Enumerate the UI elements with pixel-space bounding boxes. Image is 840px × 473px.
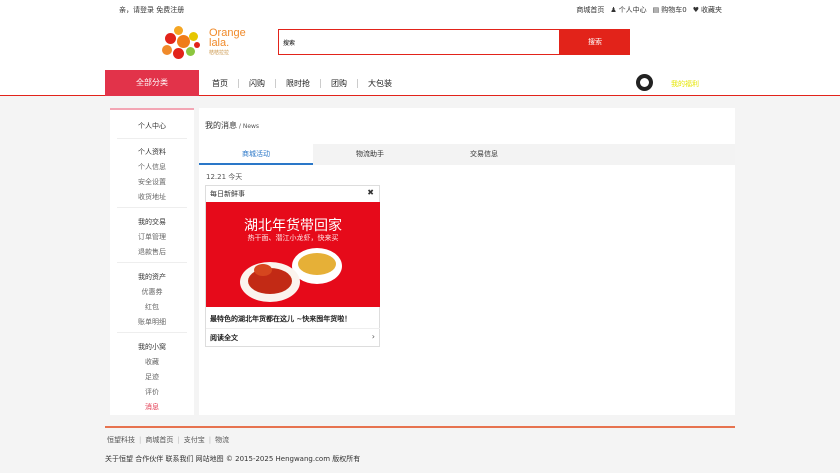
sidebar-heading-assets: 我的资产 (138, 273, 166, 281)
sidebar-item-favorites[interactable]: 收藏 (110, 357, 194, 367)
avatar[interactable] (636, 74, 653, 91)
favorites-label: 收藏夹 (701, 6, 722, 14)
promo-subline: 热干面、潜江小龙虾，快来买 (247, 234, 339, 242)
logo-dot (189, 32, 198, 41)
search-bar: 搜索 (278, 29, 630, 55)
divider (117, 332, 187, 333)
noodle-food (298, 253, 336, 275)
site-logo[interactable]: Orange lala. 桔桔拉拉 (160, 22, 255, 64)
logo-dot (194, 42, 200, 48)
cart-link[interactable]: ▤ 购物车0 (653, 5, 687, 15)
separator: | (208, 436, 212, 444)
favorites-link[interactable]: ♥ 收藏夹 (693, 5, 722, 15)
divider (117, 138, 187, 139)
promo-headline: 湖北年货带回家 (244, 218, 342, 234)
footer-link-home[interactable]: 商城首页 (145, 436, 173, 444)
logo-dot (165, 33, 176, 44)
sidebar-item-reviews[interactable]: 评价 (110, 387, 194, 397)
sidebar-item-footprints[interactable]: 足迹 (110, 372, 194, 382)
sidebar-personal-center[interactable]: 个人中心 (110, 121, 194, 131)
cart-label: 购物车0 (661, 6, 687, 14)
top-links: 商城首页 ♟ 个人中心 ▤ 购物车0 ♥ 收藏夹 (576, 5, 722, 15)
footer-link-logistics[interactable]: 物流 (215, 436, 229, 444)
crayfish-food-top (254, 264, 272, 276)
main-nav: 全部分类 首页 闪购 限时抢 团购 大包装 我的福利 (0, 70, 840, 96)
sidebar: 个人中心 个人资料 个人信息 安全设置 收货地址 我的交易 订单管理 退款售后 … (110, 108, 194, 415)
card-header-title: 每日新鲜事 (210, 190, 245, 198)
logo-text: Orange lala. (209, 28, 246, 49)
logo-line2: lala. (209, 37, 230, 49)
footer: 恒望科技 | 商城首页 | 支付宝 | 物流 关于恒望 合作伙伴 联系我们 网站地图 © 2… (105, 426, 735, 463)
personal-center-label: 个人中心 (618, 6, 647, 14)
my-welfare-link[interactable]: 我的福利 (671, 79, 699, 89)
chevron-right-icon[interactable]: › (372, 332, 375, 341)
card-header: 每日新鲜事 ✖ (206, 186, 379, 202)
separator: | (177, 436, 180, 444)
message-card[interactable]: 每日新鲜事 ✖ 湖北年货带回家 热干面、潜江小龙虾，快来买 最特色的湖北年货都在… (205, 185, 380, 347)
login-greeting[interactable]: 亲，请登录 免费注册 (119, 5, 184, 15)
read-more-link[interactable]: 阅读全文 (210, 333, 238, 343)
logo-subtext: 桔桔拉拉 (209, 50, 230, 56)
all-categories-button[interactable]: 全部分类 (105, 70, 199, 96)
sidebar-item-bills[interactable]: 账单明细 (110, 317, 194, 327)
sidebar-item-security[interactable]: 安全设置 (110, 177, 194, 187)
avatar-face (640, 78, 649, 87)
logo-dot (186, 47, 195, 56)
crayfish-plate-image (240, 262, 300, 302)
sidebar-item-orders[interactable]: 订单管理 (110, 232, 194, 242)
heart-icon: ♥ (692, 6, 699, 14)
sidebar-item-address[interactable]: 收货地址 (110, 192, 194, 202)
personal-center-link[interactable]: ♟ 个人中心 (610, 5, 646, 15)
nav-item-limited[interactable]: 限时抢 (276, 78, 321, 88)
search-button[interactable]: 搜索 (560, 29, 630, 55)
sidebar-item-refunds[interactable]: 退款售后 (110, 247, 194, 257)
nav-item-group[interactable]: 团购 (321, 78, 358, 88)
promo-image[interactable]: 湖北年货带回家 热干面、潜江小龙虾，快来买 (206, 202, 380, 307)
sidebar-heading-nest: 我的小窝 (138, 343, 166, 351)
logo-dot (174, 26, 183, 35)
tab-mall-activity[interactable]: 商城活动 (199, 144, 313, 165)
sidebar-item-coupons[interactable]: 优惠券 (110, 287, 194, 297)
message-tabs: 商城活动 物流助手 交易信息 (199, 144, 735, 165)
divider (206, 328, 380, 329)
copyright-text: 关于恒望 合作伙伴 联系我们 网站地图 © 2015-2025 Hengwang… (105, 455, 361, 463)
page-title-suffix: / News (237, 123, 260, 130)
logo-dot (162, 45, 172, 55)
nav-items: 首页 闪购 限时抢 团购 大包装 (212, 70, 402, 96)
footer-link-alipay[interactable]: 支付宝 (184, 436, 205, 444)
user-icon: ♟ (610, 6, 617, 14)
footer-link-company[interactable]: 恒望科技 (107, 436, 135, 444)
message-date: 12.21 今天 (206, 173, 243, 181)
nav-item-home[interactable]: 首页 (212, 78, 239, 88)
sidebar-item-redpacket[interactable]: 红包 (110, 302, 194, 312)
mall-home-label: 商城首页 (576, 6, 605, 14)
tab-transactions[interactable]: 交易信息 (427, 144, 541, 165)
sidebar-item-personal-info[interactable]: 个人信息 (110, 162, 194, 172)
mall-home-link[interactable]: 商城首页 (576, 5, 604, 15)
cart-icon: ▤ (652, 6, 660, 14)
search-input[interactable] (278, 29, 560, 55)
logo-dot (173, 48, 184, 59)
sidebar-heading-profile: 个人资料 (138, 148, 166, 156)
nav-item-bulk[interactable]: 大包装 (358, 79, 402, 88)
divider (117, 262, 187, 263)
page-title: 我的消息 / News (205, 120, 259, 131)
tab-logistics[interactable]: 物流助手 (313, 144, 427, 165)
footer-links: 恒望科技 | 商城首页 | 支付宝 | 物流 (107, 435, 229, 445)
nav-item-flash[interactable]: 闪购 (239, 78, 276, 88)
sidebar-item-messages[interactable]: 消息 (110, 402, 194, 412)
card-caption: 最特色的湖北年货都在这儿 ~快来囤年货啦！ (210, 315, 352, 323)
main-panel: 我的消息 / News 商城活动 物流助手 交易信息 12.21 今天 每日新鲜… (199, 108, 735, 415)
header: Orange lala. 桔桔拉拉 搜索 (0, 20, 840, 70)
page-title-text: 我的消息 (205, 121, 237, 130)
separator: | (139, 436, 142, 444)
sidebar-heading-trades: 我的交易 (138, 218, 166, 226)
divider (117, 207, 187, 208)
top-bar: 亲，请登录 免费注册 商城首页 ♟ 个人中心 ▤ 购物车0 ♥ 收藏夹 (0, 0, 840, 20)
close-icon[interactable]: ✖ (367, 188, 374, 197)
